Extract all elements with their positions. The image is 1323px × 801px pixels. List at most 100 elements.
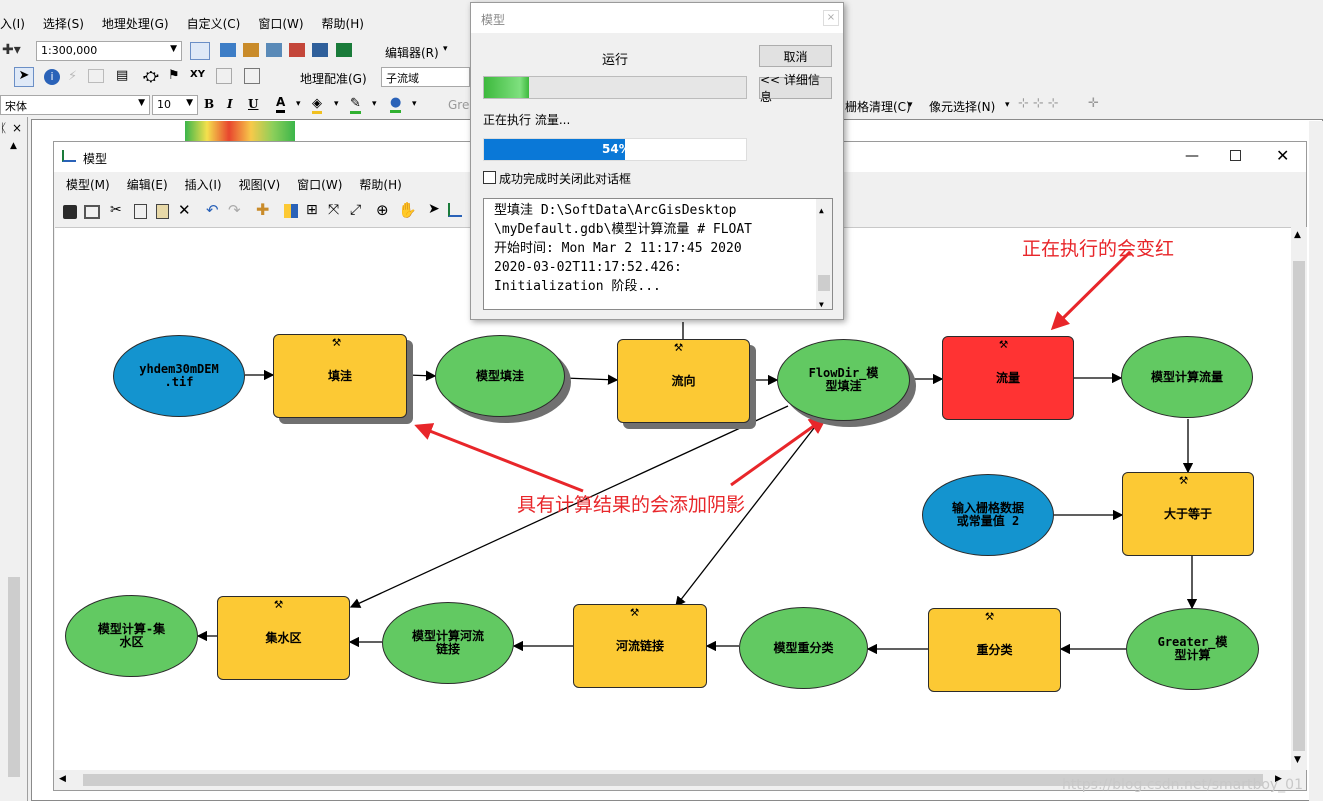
message-log[interactable]: 型填洼 D:\SoftData\ArcGisDesktop \myDefault… bbox=[483, 198, 833, 310]
close-icon[interactable]: ✕ bbox=[1276, 146, 1289, 165]
menu-insert[interactable]: 入(I) bbox=[0, 15, 25, 32]
chevron-down-icon[interactable]: ▼ bbox=[1294, 755, 1301, 765]
chevron-left-icon[interactable]: ◀ bbox=[59, 774, 66, 784]
time-slider-icon[interactable] bbox=[216, 68, 232, 84]
undo-icon[interactable]: ↶ bbox=[206, 201, 219, 219]
chevron-up-icon[interactable]: ▲ bbox=[1294, 230, 1301, 240]
zoom-fixed-icon[interactable]: ⤧ bbox=[328, 202, 339, 218]
node-input-dem[interactable]: yhdem30mDEM .tif bbox=[113, 335, 245, 417]
connect-icon[interactable] bbox=[448, 203, 462, 217]
delete-icon[interactable]: ✕ bbox=[178, 201, 191, 219]
node-output-streamlink[interactable]: 模型计算河流 链接 bbox=[382, 602, 514, 684]
font-name-dropdown[interactable]: 宋体 ▼ bbox=[0, 95, 150, 115]
menu-geoprocessing[interactable]: 地理处理(G) bbox=[102, 15, 169, 32]
menu-edit[interactable]: 编辑(E) bbox=[127, 176, 168, 193]
node-output-reclass[interactable]: 模型重分类 bbox=[739, 607, 868, 689]
zoom-extent-icon[interactable]: ⤢ bbox=[350, 202, 361, 218]
minimize-icon[interactable]: — bbox=[1185, 148, 1199, 164]
scroll-thumb[interactable] bbox=[818, 275, 830, 291]
select-arrow-icon[interactable]: ➤ bbox=[14, 67, 34, 87]
add-data-icon[interactable]: ✚▾ bbox=[2, 42, 21, 58]
pixel-tools-icons[interactable]: ⊹⊹⊹ bbox=[1018, 96, 1063, 111]
close-icon[interactable]: × bbox=[12, 121, 22, 135]
add-data-icon[interactable]: ✚ bbox=[256, 200, 269, 219]
full-extent-icon[interactable]: ⊞ bbox=[306, 202, 318, 218]
font-size-dropdown[interactable]: 10 ▼ bbox=[152, 95, 198, 115]
bold-icon[interactable]: B bbox=[204, 97, 214, 111]
italic-icon[interactable]: I bbox=[227, 97, 233, 111]
node-tool-flowdir[interactable]: ⚒ 流向 bbox=[617, 339, 750, 423]
fill-color-icon[interactable]: ◈ bbox=[312, 96, 322, 114]
redo-icon[interactable]: ↷ bbox=[228, 201, 241, 219]
node-tool-gte[interactable]: ⚒ 大于等于 bbox=[1122, 472, 1254, 556]
log-scrollbar[interactable]: ▲ ▼ bbox=[816, 199, 832, 309]
menu-model[interactable]: 模型(M) bbox=[66, 176, 110, 193]
close-icon[interactable]: × bbox=[823, 10, 839, 26]
node-output-gte[interactable]: Greater_模 型计算 bbox=[1126, 608, 1259, 690]
editor-menu[interactable]: 编辑器(R) bbox=[385, 44, 439, 61]
print-icon[interactable] bbox=[84, 205, 100, 219]
node-tool-watershed[interactable]: ⚒ 集水区 bbox=[217, 596, 350, 680]
node-output-watershed[interactable]: 模型计算-集 水区 bbox=[65, 595, 198, 677]
toolbox-icon[interactable] bbox=[289, 43, 305, 57]
node-output-flowacc[interactable]: 模型计算流量 bbox=[1121, 336, 1253, 418]
hyperlink-icon[interactable]: ⚡ bbox=[68, 69, 77, 84]
close-on-complete-checkbox[interactable] bbox=[483, 171, 496, 184]
menu-customize[interactable]: 自定义(C) bbox=[187, 15, 241, 32]
catalog-icon[interactable] bbox=[243, 43, 259, 57]
zoom-in-icon[interactable]: ⊕ bbox=[376, 201, 389, 219]
gre-label[interactable]: Gre bbox=[448, 98, 469, 112]
model-vscroll[interactable]: ▲ ▼ bbox=[1291, 227, 1307, 770]
cancel-button[interactable]: 取消 bbox=[759, 45, 832, 67]
menu-insert[interactable]: 插入(I) bbox=[185, 176, 222, 193]
menu-help[interactable]: 帮助(H) bbox=[359, 176, 401, 193]
georef-layer-dropdown[interactable]: 子流域 bbox=[381, 67, 470, 87]
maximize-icon[interactable] bbox=[1230, 150, 1241, 161]
menu-view[interactable]: 视图(V) bbox=[239, 176, 281, 193]
modelbuilder-icon[interactable] bbox=[336, 43, 352, 57]
create-viewer-icon[interactable] bbox=[244, 68, 260, 84]
table-icon[interactable] bbox=[220, 43, 236, 57]
marker-color-icon[interactable]: ● bbox=[390, 95, 402, 113]
chevron-down-icon[interactable]: ▼ bbox=[819, 295, 824, 309]
pin-icon[interactable]: ᛕ bbox=[0, 121, 7, 135]
details-button[interactable]: << 详细信息 bbox=[759, 73, 832, 104]
copy-icon[interactable] bbox=[134, 204, 147, 219]
toc-scrollbar-thumb[interactable] bbox=[8, 577, 20, 777]
node-output-flowdir[interactable]: FlowDir_模 型填洼 bbox=[777, 339, 910, 421]
dialog-titlebar[interactable]: 模型 × bbox=[471, 3, 843, 33]
underline-icon[interactable]: U bbox=[248, 97, 258, 111]
measure-icon[interactable]: ▤ bbox=[116, 68, 128, 83]
menu-selection[interactable]: 选择(S) bbox=[43, 15, 84, 32]
html-popup-icon[interactable] bbox=[88, 69, 104, 83]
save-icon[interactable] bbox=[63, 205, 77, 219]
pan-hand-icon[interactable]: ✋ bbox=[398, 201, 417, 219]
raster-cleanup-menu[interactable]: 栅格清理(C) bbox=[845, 98, 911, 115]
map-vscroll[interactable] bbox=[1309, 121, 1323, 801]
line-color-icon[interactable]: ✎ bbox=[350, 96, 361, 114]
crosshair-icon[interactable]: ✛ bbox=[1088, 96, 1099, 111]
node-tool-reclass[interactable]: ⚒ 重分类 bbox=[928, 608, 1061, 692]
georeferencing-menu[interactable]: 地理配准(G) bbox=[300, 70, 367, 87]
map-scale-dropdown[interactable]: 1:300,000 ▼ bbox=[36, 41, 182, 61]
menu-windows[interactable]: 窗口(W) bbox=[258, 15, 303, 32]
menu-window[interactable]: 窗口(W) bbox=[297, 176, 342, 193]
python-icon[interactable] bbox=[312, 43, 328, 57]
node-tool-fill[interactable]: ⚒ 填洼 bbox=[273, 334, 407, 418]
find-route-icon[interactable]: ⚑ bbox=[168, 68, 180, 83]
goto-xy-icon[interactable]: XY bbox=[190, 69, 205, 80]
menu-help[interactable]: 帮助(H) bbox=[322, 15, 364, 32]
select-arrow-icon[interactable]: ➤ bbox=[428, 201, 440, 217]
node-output-fill[interactable]: 模型填洼 bbox=[435, 335, 565, 417]
node-tool-flowacc-running[interactable]: ⚒ 流量 bbox=[942, 336, 1074, 420]
find-binoculars-icon[interactable]: ⛮ bbox=[143, 67, 159, 85]
pixel-select-menu[interactable]: 像元选择(N) bbox=[929, 98, 995, 115]
auto-layout-icon[interactable] bbox=[284, 204, 298, 218]
search-window-icon[interactable] bbox=[266, 43, 282, 57]
cut-icon[interactable]: ✂ bbox=[110, 202, 122, 218]
node-input-constant[interactable]: 输入栅格数据 或常量值 2 bbox=[922, 474, 1054, 556]
scroll-thumb[interactable] bbox=[1293, 261, 1305, 751]
editor-toggle-icon[interactable] bbox=[190, 42, 210, 60]
font-color-icon[interactable]: A bbox=[276, 95, 286, 113]
chevron-up-icon[interactable]: ▲ bbox=[819, 201, 824, 220]
